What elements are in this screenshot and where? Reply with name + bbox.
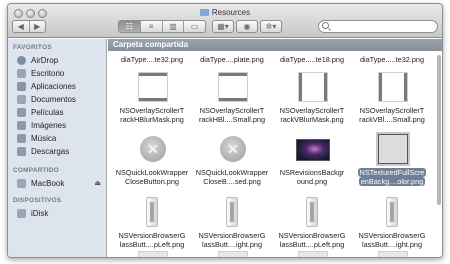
applications-icon <box>17 81 26 91</box>
back-button[interactable]: ◀ <box>13 21 29 32</box>
computer-icon <box>17 178 26 188</box>
eject-icon[interactable]: ⏏ <box>94 179 101 187</box>
window-title: Resources <box>8 8 442 17</box>
file-item[interactable]: NSOverlayScrollerT rackHBlurMask.png <box>114 72 190 124</box>
downloads-icon <box>17 146 26 156</box>
sidebar: FAVORITOS AirDrop Escritorio Aplicacione… <box>8 39 107 257</box>
music-icon <box>17 133 26 143</box>
sidebar-header-devices: DISPOSITIVOS <box>13 197 62 204</box>
image-thumbnail <box>138 251 168 257</box>
toolbar: Resources ◀ ▶ ☷ ≡ ▥ ▭ ▦▾ ◉ ✲▾ <box>8 4 442 38</box>
sidebar-item-music[interactable]: Música <box>17 132 105 144</box>
sidebar-item-macbook[interactable]: MacBook ⏏ <box>17 177 105 189</box>
file-label: diaType....te32.png <box>120 55 184 64</box>
file-label-selected: NSTexturedFullScre enBackg....olor.png <box>357 168 427 186</box>
nav-buttons: ◀ ▶ <box>12 20 46 33</box>
file-item[interactable]: NSQuickLookWrapperCloseB....sed.png <box>194 134 270 186</box>
finder-window: Resources ◀ ▶ ☷ ≡ ▥ ▭ ▦▾ ◉ ✲▾ FAVORITOS … <box>7 3 443 258</box>
action-gear-button[interactable]: ✲▾ <box>260 20 282 33</box>
file-item[interactable]: NSOverlayScrollerT rackVBlurMask.png <box>274 72 350 124</box>
file-label: NSOverlayScrollerT rackHBlurMask.png <box>119 106 185 124</box>
quicklook-button[interactable]: ◉ <box>236 20 258 33</box>
file-item[interactable]: NSRevisionsBackgr ound.png <box>274 134 350 186</box>
search-input[interactable] <box>318 20 438 33</box>
sidebar-header-shared: COMPARTIDO <box>13 167 59 174</box>
coverflow-view-button[interactable]: ▭ <box>183 21 205 32</box>
image-thumbnail <box>138 72 168 102</box>
file-item[interactable]: NSVersionBrowserG lassButt....pLeft.png <box>114 197 190 249</box>
file-item[interactable] <box>274 251 350 257</box>
file-label: diaType.....te18.png <box>279 55 345 64</box>
file-label: NSRevisionsBackgr ound.png <box>279 168 345 186</box>
forward-button[interactable]: ▶ <box>28 21 46 32</box>
file-item[interactable]: diaType....te32.png <box>114 51 190 65</box>
file-item-selected[interactable]: NSTexturedFullScre enBackg....olor.png <box>354 132 430 186</box>
file-item[interactable]: NSVersionBrowserG lassButt....ight.png <box>194 197 270 249</box>
folder-icon <box>199 9 209 16</box>
image-thumbnail <box>218 72 248 102</box>
pictures-icon <box>17 120 26 130</box>
sidebar-item-airdrop[interactable]: AirDrop <box>17 54 105 66</box>
vertical-scrollbar[interactable] <box>437 55 441 205</box>
sidebar-header-favorites: FAVORITOS <box>13 44 52 51</box>
close-button-thumbnail <box>220 136 246 162</box>
movies-icon <box>17 107 26 117</box>
image-thumbnail <box>298 72 328 102</box>
file-label: diaType....plate.png <box>200 55 264 64</box>
sidebar-item-pictures[interactable]: Imágenes <box>17 119 105 131</box>
file-label: NSVersionBrowserG lassButt....pLeft.png <box>118 231 186 249</box>
shared-folder-banner: Carpeta compartida <box>108 39 442 51</box>
file-item[interactable] <box>114 251 190 257</box>
dark-texture-thumbnail <box>376 132 410 166</box>
arrange-button[interactable]: ▦▾ <box>212 20 234 33</box>
glass-button-thumbnail <box>146 197 158 227</box>
file-label: NSOverlayScrollerT rackVBl....Small.png <box>359 106 425 124</box>
sidebar-item-downloads[interactable]: Descargas <box>17 145 105 157</box>
airdrop-icon <box>17 55 26 65</box>
image-thumbnail <box>378 251 408 257</box>
file-label: NSQuickLookWrapper CloseButton.png <box>115 168 189 186</box>
glass-button-thumbnail <box>386 197 398 227</box>
file-label: NSOverlayScrollerT rackHBl....Small.png <box>198 106 266 124</box>
sidebar-item-movies[interactable]: Películas <box>17 106 105 118</box>
file-browser: Carpeta compartida diaType....te32.png d… <box>108 39 442 257</box>
file-item[interactable]: NSOverlayScrollerT rackVBl....Small.png <box>354 72 430 124</box>
image-thumbnail <box>378 72 408 102</box>
file-label: NSVersionBrowserG lassButt....ight.png <box>198 231 266 249</box>
documents-icon <box>17 94 26 104</box>
icon-view-button[interactable]: ☷ <box>119 21 140 32</box>
file-item[interactable]: diaType.....te18.png <box>274 51 350 65</box>
file-item[interactable]: NSVersionBrowserG lassButt....ight.png <box>354 197 430 249</box>
view-mode-control: ☷ ≡ ▥ ▭ <box>118 20 206 33</box>
file-item[interactable] <box>194 251 270 257</box>
file-label: diaType.....te32.png <box>359 55 425 64</box>
close-button-thumbnail <box>140 136 166 162</box>
file-label: NSOverlayScrollerT rackVBlurMask.png <box>279 106 345 124</box>
space-image-thumbnail <box>296 139 330 161</box>
file-item[interactable] <box>354 251 430 257</box>
sidebar-item-desktop[interactable]: Escritorio <box>17 67 105 79</box>
sidebar-item-applications[interactable]: Aplicaciones <box>17 80 105 92</box>
glass-button-thumbnail <box>306 197 318 227</box>
column-view-button[interactable]: ▥ <box>161 21 184 32</box>
image-thumbnail <box>218 251 248 257</box>
desktop-icon <box>17 68 26 78</box>
file-item[interactable]: NSVersionBrowserG lassButt....pLeft.png <box>274 197 350 249</box>
sidebar-item-documents[interactable]: Documentos <box>17 93 105 105</box>
list-view-button[interactable]: ≡ <box>139 21 162 32</box>
file-label: NSQuickLookWrapper CloseB....sed.png <box>195 168 269 186</box>
search-icon <box>322 22 329 29</box>
glass-button-thumbnail <box>226 197 238 227</box>
image-thumbnail <box>298 251 328 257</box>
idisk-icon <box>17 208 26 218</box>
sidebar-item-idisk[interactable]: iDisk <box>17 207 105 219</box>
file-label: NSVersionBrowserG lassButt....ight.png <box>358 231 426 249</box>
file-item[interactable]: diaType....plate.png <box>194 51 270 65</box>
file-item[interactable]: diaType.....te32.png <box>354 51 430 65</box>
file-label: NSVersionBrowserG lassButt....pLeft.png <box>278 231 346 249</box>
file-item[interactable]: NSQuickLookWrapperCloseButton.png <box>114 134 190 186</box>
file-item[interactable]: NSOverlayScrollerT rackHBl....Small.png <box>194 72 270 124</box>
